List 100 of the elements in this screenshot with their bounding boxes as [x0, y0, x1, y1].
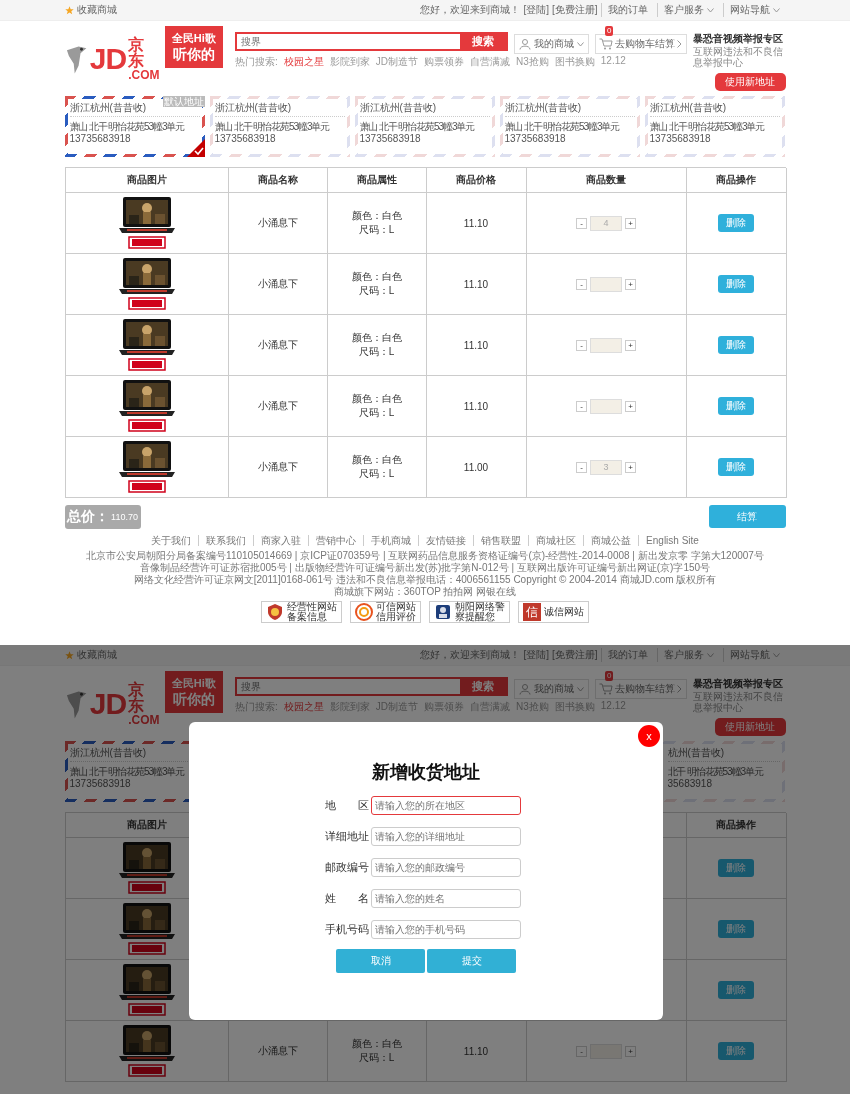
plus-button[interactable]: +	[625, 278, 636, 290]
minus-button[interactable]: -	[576, 278, 587, 290]
footer-link[interactable]: 手机商城	[363, 535, 419, 546]
quantity-field[interactable]: 4	[590, 215, 622, 231]
favorite-link[interactable]: 收藏商城	[76, 3, 117, 17]
trust-badge[interactable]: 可信网站 信用评价	[350, 601, 421, 623]
new-address-button[interactable]: 使用新地址	[714, 718, 786, 736]
product-attribute: 颜色：白色	[351, 331, 402, 345]
address-card[interactable]: 浙江杭州(昔昔收) 萧山 北干 明怡花苑53幢3单元 13735683918	[499, 96, 640, 157]
plus-button[interactable]: +	[625, 1045, 636, 1057]
plus-button[interactable]: +	[625, 461, 636, 473]
hot-search-link[interactable]: JD制造节	[375, 55, 418, 69]
promo-banner[interactable]: 全民Hi歌 听你的	[164, 26, 223, 68]
address-card[interactable]: 浙江杭州(昔昔收) 萧山 北干 明怡花苑53幢3单元 13735683918 默认地址	[64, 96, 205, 157]
hot-search-label: 热门搜索:	[234, 55, 278, 69]
plus-button[interactable]: +	[625, 400, 636, 412]
input-field[interactable]: 请输入您的手机号码	[371, 920, 521, 939]
product-attribute: 颜色：白色	[351, 453, 402, 467]
minus-button[interactable]: -	[576, 217, 587, 229]
delete-button[interactable]: 删除	[718, 336, 754, 354]
greeting-text: 您好，欢迎来到商城！	[420, 648, 521, 662]
top-nav-link[interactable]: 网站导航	[729, 648, 770, 662]
footer-link[interactable]: 商城社区	[528, 535, 584, 546]
footer-link[interactable]: 友情链接	[418, 535, 474, 546]
address-card[interactable]: 浙江杭州(昔昔收) 萧山 北干 明怡花苑53幢3单元 13735683918	[354, 96, 495, 157]
search-field[interactable]: 搜界 搜索	[234, 32, 508, 51]
report-title[interactable]: 暴恐音视频举报专区	[692, 32, 786, 46]
address-street: 萧山 北干 明怡花苑53幢3单元	[504, 121, 620, 133]
trust-badge[interactable]: 经营性网站 备案信息	[261, 601, 342, 623]
field-label: 地 区	[325, 798, 369, 813]
cart-button[interactable]: 去购物车结算	[594, 679, 687, 699]
hot-search-link[interactable]: 购票领券	[423, 55, 464, 69]
checkout-button[interactable]: 结算	[708, 505, 786, 528]
register-link[interactable]: [免费注册]	[551, 648, 598, 662]
favorite-link[interactable]: 收藏商城	[76, 648, 117, 662]
logo-text: JD	[89, 687, 127, 721]
register-link[interactable]: [免费注册]	[551, 3, 598, 17]
minus-button[interactable]: -	[576, 339, 587, 351]
logo-text: .COM	[128, 69, 160, 81]
footer-link[interactable]: 联系我们	[198, 535, 254, 546]
footer-link[interactable]: 销售联盟	[473, 535, 529, 546]
hot-search-link[interactable]: 图书换购	[554, 55, 595, 69]
top-nav-link[interactable]: 网站导航	[729, 3, 770, 17]
hot-search-link[interactable]: 12.12	[600, 55, 626, 69]
report-subtitle: 互联网违法和不良信息举报中心	[692, 46, 784, 68]
promo-banner[interactable]: 全民Hi歌 听你的	[164, 671, 223, 713]
badge-text: 备案信息	[287, 612, 327, 622]
input-field[interactable]: 请输入您的所在地区	[371, 796, 521, 815]
dialog-button[interactable]: 取消	[336, 949, 425, 973]
hot-search-link[interactable]: N3抢购	[515, 55, 549, 69]
footer-link[interactable]: 商城公益	[583, 535, 639, 546]
login-link[interactable]: [登陆]	[523, 3, 549, 17]
footer-link[interactable]: English Site	[638, 535, 706, 546]
column-header: 商品操作	[716, 818, 756, 832]
top-nav-link[interactable]: 客户服务	[663, 3, 704, 17]
minus-button[interactable]: -	[576, 400, 587, 412]
address-card[interactable]: 浙江杭州(昔昔收) 萧山 北干 明怡花苑53幢3单元 13735683918	[209, 96, 350, 157]
delete-button[interactable]: 删除	[718, 275, 754, 293]
cart-button[interactable]: 去购物车结算	[594, 34, 687, 54]
minus-button[interactable]: -	[576, 461, 587, 473]
input-field[interactable]: 请输入您的姓名	[371, 889, 521, 908]
footer-link[interactable]: 关于我们	[144, 535, 199, 546]
top-nav-link[interactable]: 我的订单	[607, 3, 648, 17]
footer-link[interactable]: 营销中心	[308, 535, 364, 546]
my-mall-button[interactable]: 我的商城	[513, 34, 589, 54]
my-mall-button[interactable]: 我的商城	[513, 679, 589, 699]
plus-button[interactable]: +	[625, 339, 636, 351]
hot-search-link[interactable]: 校园之星	[283, 55, 324, 69]
address-card[interactable]: 浙江杭州(昔昔收) 萧山 北干 明怡花苑53幢3单元 13735683918	[644, 96, 785, 157]
column-header: 商品数量	[586, 173, 626, 187]
footer-link[interactable]: 商家入驻	[253, 535, 309, 546]
hot-search-link[interactable]: 自营满减	[469, 55, 510, 69]
hot-search-link[interactable]: 影院到家	[329, 55, 370, 69]
login-link[interactable]: [登陆]	[523, 648, 549, 662]
minus-button[interactable]: -	[576, 1045, 587, 1057]
report-title[interactable]: 暴恐音视频举报专区	[692, 677, 786, 691]
trust-badge[interactable]: 信 诚信网站	[518, 601, 589, 623]
new-address-button[interactable]: 使用新地址	[714, 73, 786, 91]
dialog-button[interactable]: 提交	[427, 949, 516, 973]
search-button[interactable]: 搜索	[459, 679, 506, 694]
plus-button[interactable]: +	[625, 217, 636, 229]
input-field[interactable]: 请输入您的详细地址	[371, 827, 521, 846]
product-name: 小涌息下	[257, 399, 298, 413]
product-attribute: 尺码：L	[358, 223, 395, 237]
delete-button[interactable]: 删除	[718, 458, 754, 476]
column-header: 商品价格	[456, 173, 496, 187]
hot-search-link[interactable]: 校园之星	[283, 700, 324, 714]
delete-button[interactable]: 删除	[718, 214, 754, 232]
trust-badge[interactable]: 朝阳网络警 察提醒您	[429, 601, 510, 623]
search-button[interactable]: 搜索	[459, 34, 506, 49]
address-region: 浙江杭州(昔昔收)	[359, 102, 490, 117]
phone-number: 13735683918	[359, 133, 422, 145]
top-nav-link[interactable]: 客户服务	[663, 648, 704, 662]
close-button[interactable]: x	[638, 725, 660, 747]
product-attribute: 尺码：L	[358, 284, 395, 298]
search-field[interactable]: 搜界 搜索	[234, 677, 508, 696]
delete-button[interactable]: 删除	[718, 397, 754, 415]
input-field[interactable]: 请输入您的邮政编号	[371, 858, 521, 877]
phone-number: 13735683918	[214, 133, 277, 145]
product-name: 小涌息下	[257, 1044, 298, 1058]
